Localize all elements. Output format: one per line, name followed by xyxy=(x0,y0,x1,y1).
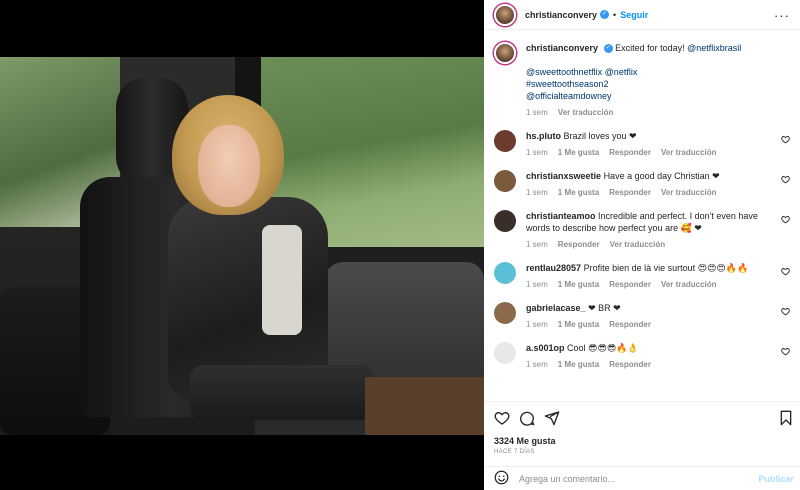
comment-icon[interactable] xyxy=(519,410,535,430)
comment-like-heart-icon[interactable] xyxy=(781,175,790,186)
comment-time: 1 sem xyxy=(526,280,548,289)
post-photo[interactable] xyxy=(0,57,484,435)
caption-avatar[interactable] xyxy=(494,42,516,64)
comment-time: 1 sem xyxy=(526,320,548,329)
author-avatar[interactable] xyxy=(494,3,516,26)
caption-hashtag[interactable]: #sweettoothseason2 xyxy=(526,78,771,90)
post-age: HACE 7 DÍAS xyxy=(494,449,535,455)
author-username[interactable]: christianconvery xyxy=(525,10,597,20)
reply-button[interactable]: Responder xyxy=(558,239,600,251)
comment-row: gabrielacase_ ❤ BR ❤ 1 sem 1 Me gusta Re… xyxy=(494,302,790,331)
comment-text: Cool 😎😎😎🔥👌 xyxy=(567,343,639,353)
post-media xyxy=(0,0,484,490)
comment-text: Profite bien de là vie surtout 😍😍😍🔥🔥 xyxy=(583,263,749,273)
translate-link[interactable]: Ver traducción xyxy=(661,279,717,291)
post-side-panel: christianconvery ✓ • Seguir ··· christia… xyxy=(484,0,800,490)
caption-mention[interactable]: @netflixbrasil xyxy=(687,43,741,53)
comment-text: Have a good day Christian ❤ xyxy=(603,171,720,181)
comment-time: 1 sem xyxy=(526,148,548,157)
action-bar xyxy=(484,401,800,433)
commenter-avatar[interactable] xyxy=(494,130,516,152)
bookmark-icon[interactable] xyxy=(778,410,794,430)
comment-row: hs.pluto Brazil loves you ❤ 1 sem 1 Me g… xyxy=(494,130,790,159)
commenter-avatar[interactable] xyxy=(494,262,516,284)
translate-link[interactable]: Ver traducción xyxy=(610,239,666,251)
reply-button[interactable]: Responder xyxy=(609,319,651,331)
caption-line-mention[interactable]: @officialteamdowney xyxy=(526,90,771,102)
comment-like-heart-icon[interactable] xyxy=(781,307,790,318)
comment-author[interactable]: a.s001op xyxy=(526,343,565,353)
separator-dot: • xyxy=(613,9,617,20)
commenter-avatar[interactable] xyxy=(494,302,516,324)
caption-author[interactable]: christianconvery xyxy=(526,43,598,53)
comments-list[interactable]: christianconvery ✓ Excited for today! @n… xyxy=(484,31,800,401)
commenter-avatar[interactable] xyxy=(494,342,516,364)
translate-link[interactable]: Ver traducción xyxy=(661,187,717,199)
comment-likes[interactable]: 1 Me gusta xyxy=(558,279,599,291)
comment-likes[interactable]: 1 Me gusta xyxy=(558,147,599,159)
verified-icon: ✓ xyxy=(600,10,610,19)
post-header: christianconvery ✓ • Seguir ··· xyxy=(484,0,800,30)
comment-author[interactable]: hs.pluto xyxy=(526,131,561,141)
comment-row: rentlau28057 Profite bien de là vie surt… xyxy=(494,262,790,291)
caption-time: 1 sem xyxy=(526,108,548,117)
add-comment-bar: Publicar xyxy=(484,466,800,490)
comment-likes[interactable]: 1 Me gusta xyxy=(558,319,599,331)
comment-time: 1 sem xyxy=(526,360,548,369)
verified-icon: ✓ xyxy=(603,44,613,54)
comment-time: 1 sem xyxy=(526,240,548,249)
more-options-icon[interactable]: ··· xyxy=(774,8,790,23)
comment-text: Brazil loves you ❤ xyxy=(563,131,637,141)
caption-line-mentions[interactable]: @sweettoothnetflix @netflix xyxy=(526,66,771,78)
comment-row: christianteamoo Incredible and perfect. … xyxy=(494,210,790,251)
comment-likes[interactable]: 1 Me gusta xyxy=(558,187,599,199)
comment-author[interactable]: christianxsweetie xyxy=(526,171,601,181)
caption-translate[interactable]: Ver traducción xyxy=(558,107,614,119)
comment-input[interactable] xyxy=(519,473,739,484)
comment-like-heart-icon[interactable] xyxy=(781,135,790,146)
comment-like-heart-icon[interactable] xyxy=(781,267,790,278)
comment-text: ❤ BR ❤ xyxy=(588,303,621,313)
comment-row: christianxsweetie Have a good day Christ… xyxy=(494,170,790,199)
comment-author[interactable]: gabrielacase_ xyxy=(526,303,586,313)
caption: christianconvery ✓ Excited for today! @n… xyxy=(494,42,790,119)
reply-button[interactable]: Responder xyxy=(609,187,651,199)
translate-link[interactable]: Ver traducción xyxy=(661,147,717,159)
reply-button[interactable]: Responder xyxy=(609,147,651,159)
commenter-avatar[interactable] xyxy=(494,210,516,232)
caption-text: Excited for today! xyxy=(615,43,685,53)
reply-button[interactable]: Responder xyxy=(609,359,651,371)
likes-count[interactable]: 3324 Me gusta xyxy=(494,436,556,446)
comment-author[interactable]: rentlau28057 xyxy=(526,263,581,273)
follow-button[interactable]: Seguir xyxy=(620,10,648,20)
emoji-icon[interactable] xyxy=(494,470,509,488)
share-icon[interactable] xyxy=(544,410,560,430)
comment-time: 1 sem xyxy=(526,188,548,197)
heart-icon[interactable] xyxy=(494,410,510,430)
comment-author[interactable]: christianteamoo xyxy=(526,211,596,221)
comment-likes[interactable]: 1 Me gusta xyxy=(558,359,599,371)
reply-button[interactable]: Responder xyxy=(609,279,651,291)
commenter-avatar[interactable] xyxy=(494,170,516,192)
comment-like-heart-icon[interactable] xyxy=(781,215,790,226)
comment-row: a.s001op Cool 😎😎😎🔥👌 1 sem 1 Me gusta Res… xyxy=(494,342,790,371)
post-comment-button[interactable]: Publicar xyxy=(758,474,794,484)
comment-like-heart-icon[interactable] xyxy=(781,347,790,358)
